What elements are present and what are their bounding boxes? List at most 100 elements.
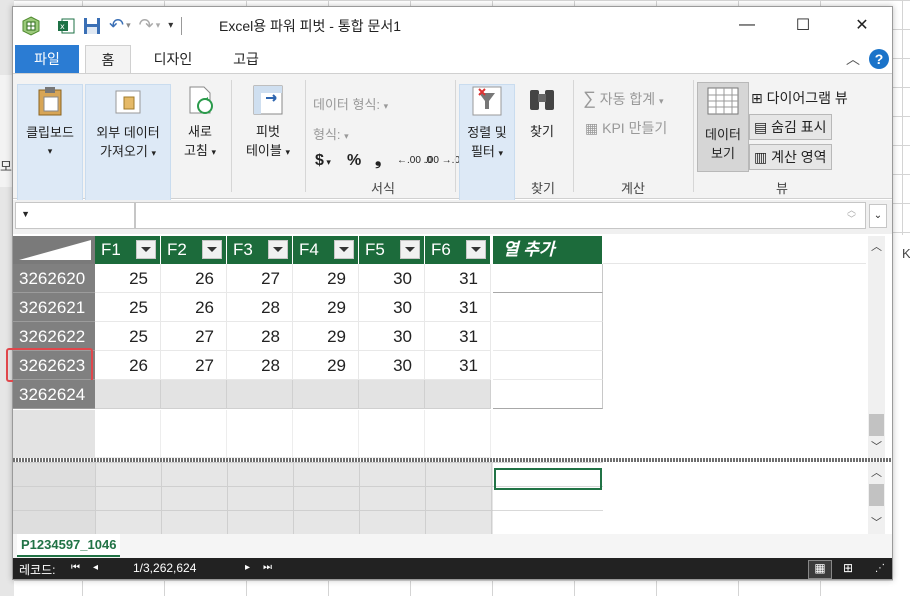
minimize-button[interactable]: — (724, 7, 770, 43)
kpi-button[interactable]: ▦ KPI 만들기 (585, 118, 667, 138)
table-cell[interactable]: 30 (359, 264, 425, 293)
undo-dropdown-icon[interactable]: ▾ (126, 20, 131, 31)
filter-dropdown-icon[interactable] (268, 240, 288, 259)
grid-vertical-scrollbar[interactable]: ︿ ﹀ (868, 236, 885, 458)
table-cell[interactable]: 30 (359, 322, 425, 351)
column-header-f3[interactable]: F3 (227, 236, 293, 264)
table-cell[interactable] (161, 380, 227, 409)
redo-dropdown-icon[interactable]: ▾ (156, 20, 161, 31)
add-column-cell[interactable] (493, 293, 603, 322)
table-cell[interactable]: 28 (227, 293, 293, 322)
table-cell[interactable]: 31 (425, 322, 491, 351)
collapse-ribbon-icon[interactable]: ︿ (843, 45, 863, 73)
table-cell[interactable]: 29 (293, 322, 359, 351)
table-cell[interactable]: 28 (227, 351, 293, 380)
table-cell[interactable]: 29 (293, 264, 359, 293)
first-record-icon[interactable]: ⏮ (71, 562, 80, 573)
column-header-f6[interactable]: F6 (425, 236, 491, 264)
calc-vertical-scrollbar[interactable]: ︿ ﹀ (868, 462, 885, 534)
row-header[interactable]: 3262620 (13, 264, 95, 293)
name-box-dropdown-icon[interactable]: ▼ (21, 209, 30, 219)
data-type-dropdown[interactable]: 데이터 형식: ▾ (313, 94, 388, 113)
table-cell[interactable]: 25 (95, 264, 161, 293)
calc-scroll-thumb[interactable] (869, 484, 884, 506)
table-cell[interactable]: 28 (227, 322, 293, 351)
tab-file[interactable]: 파일 (15, 45, 79, 73)
formula-scroll-icon[interactable]: ︿ ﹀ (847, 206, 856, 224)
column-header-f1[interactable]: F1 (95, 236, 161, 264)
scroll-down-icon[interactable]: ﹀ (868, 438, 885, 455)
scroll-thumb[interactable] (869, 414, 884, 436)
last-record-icon[interactable]: ⏭ (263, 562, 272, 573)
table-cell[interactable]: 25 (95, 322, 161, 351)
table-cell[interactable]: 31 (425, 264, 491, 293)
table-cell[interactable]: 27 (161, 351, 227, 380)
table-cell[interactable] (227, 380, 293, 409)
excel-icon[interactable]: x (57, 17, 75, 35)
table-cell[interactable]: 30 (359, 351, 425, 380)
clipboard-button[interactable]: 클립보드 ▾ (17, 84, 83, 202)
table-cell[interactable]: 27 (227, 264, 293, 293)
table-cell[interactable]: 29 (293, 351, 359, 380)
save-icon[interactable] (83, 17, 101, 35)
filter-dropdown-icon[interactable] (400, 240, 420, 259)
column-header-f4[interactable]: F4 (293, 236, 359, 264)
data-view-button[interactable]: 데이터 보기 (697, 82, 749, 172)
diagram-view-status-icon[interactable]: ⊞ (843, 561, 853, 575)
tab-home[interactable]: 홈 (85, 45, 131, 74)
table-cell[interactable] (95, 380, 161, 409)
calc-area-selected-cell[interactable] (494, 468, 602, 490)
comma-icon[interactable]: ❟ (375, 152, 381, 170)
calc-scroll-down-icon[interactable]: ﹀ (868, 514, 885, 531)
scroll-up-icon[interactable]: ︿ (868, 238, 885, 255)
percent-icon[interactable]: % (347, 152, 361, 170)
table-cell[interactable] (293, 380, 359, 409)
table-cell[interactable]: 27 (161, 322, 227, 351)
autosum-button[interactable]: ∑ 자동 합계 ▾ (583, 88, 664, 109)
name-box[interactable]: ▼ (15, 202, 135, 229)
filter-dropdown-icon[interactable] (202, 240, 222, 259)
tab-design[interactable]: 디자인 (145, 45, 201, 73)
expand-formula-icon[interactable]: ⌄ (869, 204, 887, 228)
sort-filter-button[interactable]: 정렬 및 필터 ▾ (459, 84, 515, 202)
row-header[interactable]: 3262624 (13, 380, 95, 409)
add-column-cell[interactable] (493, 351, 603, 380)
format-dropdown[interactable]: 형식: ▾ (313, 124, 349, 143)
sheet-tab-active[interactable]: P1234597_1046 (17, 534, 121, 557)
diagram-view-button[interactable]: ⊞ 다이어그램 뷰 (751, 88, 848, 108)
refresh-button[interactable]: 새로 고침 ▾ (175, 84, 225, 162)
get-external-data-button[interactable]: 외부 데이터 가져오기 ▾ (85, 84, 171, 202)
help-icon[interactable]: ? (869, 49, 889, 69)
previous-record-icon[interactable]: ◂ (93, 562, 98, 573)
add-column-cell[interactable] (493, 380, 603, 409)
pivot-table-button[interactable]: 피벗 테이블 ▾ (237, 84, 299, 162)
table-cell[interactable]: 29 (293, 293, 359, 322)
resize-grip-icon[interactable]: ⋰ (875, 563, 885, 574)
currency-button[interactable]: $ ▾ (315, 152, 331, 170)
add-column-header[interactable]: 열 추가 (493, 236, 603, 264)
add-column-cell[interactable] (493, 264, 603, 293)
customize-qat-icon[interactable]: ▾ (168, 20, 173, 31)
next-record-icon[interactable]: ▸ (245, 562, 250, 573)
table-cell[interactable] (425, 380, 491, 409)
filter-dropdown-icon[interactable] (466, 240, 486, 259)
table-cell[interactable]: 25 (95, 293, 161, 322)
table-cell[interactable]: 31 (425, 293, 491, 322)
redo-icon[interactable]: ↷ (139, 15, 154, 36)
calc-scroll-up-icon[interactable]: ︿ (868, 464, 885, 481)
row-header[interactable]: 3262621 (13, 293, 95, 322)
table-cell[interactable]: 26 (161, 264, 227, 293)
close-button[interactable]: ✕ (839, 7, 885, 43)
tab-advanced[interactable]: 고급 (225, 45, 267, 73)
show-hidden-button[interactable]: ▤ 숨김 표시 (749, 114, 832, 140)
filter-dropdown-icon[interactable] (334, 240, 354, 259)
table-cell[interactable] (359, 380, 425, 409)
calc-area-button[interactable]: ▥ 계산 영역 (749, 144, 832, 170)
undo-icon[interactable]: ↶ (109, 15, 124, 36)
select-all-corner[interactable] (13, 236, 95, 264)
column-header-f2[interactable]: F2 (161, 236, 227, 264)
row-header[interactable]: 3262622 (13, 322, 95, 351)
table-cell[interactable]: 26 (95, 351, 161, 380)
table-cell[interactable]: 26 (161, 293, 227, 322)
add-column-cell[interactable] (493, 322, 603, 351)
